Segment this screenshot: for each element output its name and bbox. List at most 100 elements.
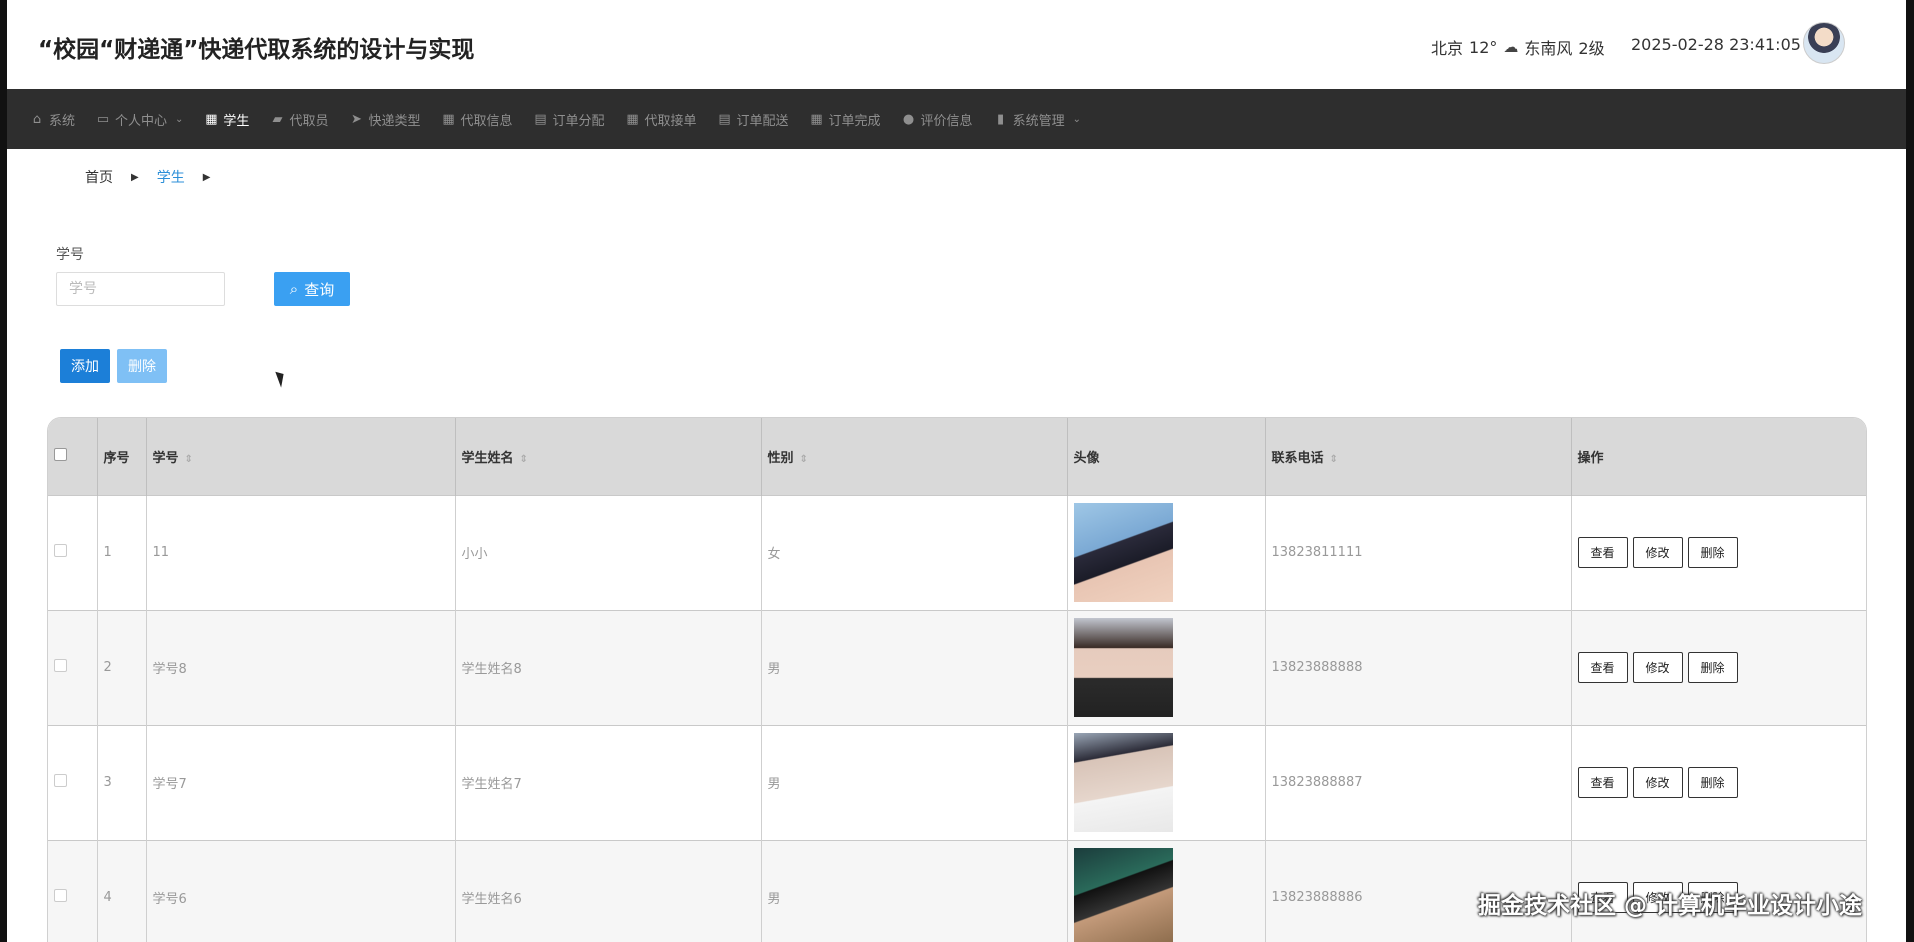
column-header-avatar: 头像: [1067, 418, 1266, 495]
app-title: “校园“财递通”快递代取系统的设计与实现: [38, 37, 475, 63]
mouse-cursor-icon: [275, 369, 288, 388]
weather-wind: 东南风: [1524, 39, 1573, 58]
batch-delete-button[interactable]: 删除: [117, 349, 167, 383]
edit-button[interactable]: 修改: [1632, 537, 1683, 568]
cell-gender: 男: [761, 725, 1068, 840]
cell-name: 学生姓名7: [455, 725, 762, 840]
table-header-row: 序号 学号 ⇕ 学生姓名 ⇕ 性别 ⇕ 头像 联系电话 ⇕ 操作: [48, 418, 1866, 495]
send-icon: ➤: [351, 111, 362, 127]
cell-name: 学生姓名6: [455, 840, 762, 942]
nav-item-order-delivery[interactable]: ▤ 订单配送: [718, 89, 810, 149]
view-button[interactable]: 查看: [1577, 767, 1628, 798]
column-header-actions: 操作: [1577, 450, 1604, 466]
cell-actions: 查看 修改 删除: [1571, 610, 1866, 725]
main-nav: ⌂ 系统 ▭ 个人中心 ⌄ ▦ 学生 ▰ 代取员 ➤ 快递类型 ▦ 代取信息 ▤ 订单分配 ▦ 代…: [7, 89, 1906, 149]
row-checkbox[interactable]: [54, 659, 67, 672]
watermark-text: 掘金技术社区 @ 计算机毕业设计小途: [1478, 893, 1863, 919]
cell-name: 学生姓名8: [455, 610, 762, 725]
clipboard-icon: ▤: [718, 111, 731, 127]
nav-item-reviews[interactable]: ● 评价信息: [902, 89, 994, 149]
sort-icon[interactable]: ⇕: [800, 454, 808, 465]
view-button[interactable]: 查看: [1577, 652, 1628, 683]
sort-icon[interactable]: ⇕: [520, 454, 528, 465]
cell-index: 3: [97, 725, 147, 840]
row-checkbox[interactable]: [54, 774, 67, 787]
weather-temp: 12°: [1469, 37, 1498, 57]
search-icon: ⌕: [289, 280, 299, 298]
top-header: “校园“财递通”快递代取系统的设计与实现 北京 12° ☁ 东南风 2级 202…: [7, 0, 1906, 89]
sort-icon[interactable]: ⇕: [1330, 454, 1338, 465]
student-avatar-image[interactable]: [1073, 618, 1173, 717]
delete-button[interactable]: 删除: [1687, 652, 1738, 683]
breadcrumb: 首页 ▶ 学生 ▶: [85, 167, 228, 187]
add-button[interactable]: 添加: [60, 349, 110, 383]
courier-icon: ▰: [272, 111, 283, 127]
nav-item-order-complete[interactable]: ▦ 订单完成: [810, 89, 902, 149]
cell-gender: 男: [761, 840, 1068, 942]
user-icon: ●: [902, 111, 915, 127]
grid-icon: ▦: [810, 111, 823, 127]
grid-icon: ▦: [205, 111, 218, 127]
sort-icon[interactable]: ⇕: [185, 454, 193, 465]
row-checkbox[interactable]: [54, 544, 67, 557]
bar-chart-icon: ▮: [996, 111, 1005, 127]
student-avatar-image[interactable]: [1073, 503, 1173, 602]
delete-button[interactable]: 删除: [1687, 537, 1738, 568]
chevron-right-icon: ▶: [202, 171, 211, 183]
nav-item-pickup-info[interactable]: ▦ 代取信息: [441, 89, 533, 149]
column-header-name[interactable]: 学生姓名 ⇕: [455, 418, 762, 495]
nav-item-couriers[interactable]: ▰ 代取员: [270, 89, 349, 149]
cell-actions: 查看 修改 删除: [1571, 495, 1866, 610]
profile-icon: ▭: [96, 111, 110, 127]
student-avatar-image[interactable]: [1073, 733, 1173, 832]
table-row: 3 学号7 学生姓名7 男 13823888887 查看 修改 删除: [48, 725, 1866, 840]
current-datetime: 2025-02-28 23:41:05: [1631, 35, 1801, 54]
column-header-student-no[interactable]: 学号 ⇕: [146, 418, 456, 495]
column-header-gender[interactable]: 性别 ⇕: [761, 418, 1068, 495]
weather-widget: 北京 12° ☁ 东南风 2级: [1431, 35, 1605, 59]
nav-item-system-admin[interactable]: ▮ 系统管理 ⌄: [994, 89, 1102, 149]
clipboard-icon: ▤: [534, 111, 547, 127]
grid-icon: ▦: [626, 111, 639, 127]
select-all-cell: [48, 418, 98, 495]
edit-button[interactable]: 修改: [1632, 652, 1683, 683]
user-avatar[interactable]: [1803, 22, 1845, 64]
view-button[interactable]: 查看: [1577, 537, 1628, 568]
app-window: 暂停 “校园“财递通”快递代取系统的设计与实现 北京 12° ☁ 东南风 2级 …: [0, 0, 1914, 942]
student-no-search-input[interactable]: [56, 272, 225, 306]
cell-gender: 男: [761, 610, 1068, 725]
table-row: 1 11 小小 女 13823811111 查看 修改 删除: [48, 495, 1866, 610]
nav-item-profile[interactable]: ▭ 个人中心 ⌄: [96, 89, 204, 149]
weather-city: 北京: [1431, 39, 1464, 58]
row-checkbox[interactable]: [54, 889, 67, 903]
chevron-down-icon: ⌄: [175, 113, 184, 125]
query-button[interactable]: ⌕ 查询: [274, 272, 350, 306]
delete-button[interactable]: 删除: [1687, 767, 1738, 798]
search-label: 学号: [56, 247, 84, 263]
cell-student-no: 11: [146, 495, 456, 610]
nav-item-order-assign[interactable]: ▤ 订单分配: [533, 89, 625, 149]
cell-actions: 查看 修改 删除: [1571, 725, 1866, 840]
cell-phone: 13823888888: [1265, 610, 1572, 725]
right-border: [1906, 0, 1914, 942]
nav-item-pickup-accept[interactable]: ▦ 代取接单: [626, 89, 718, 149]
table-row: 2 学号8 学生姓名8 男 13823888888 查看 修改 删除: [48, 610, 1866, 725]
student-avatar-image[interactable]: [1073, 848, 1173, 942]
cell-index: 1: [97, 495, 147, 610]
cell-student-no: 学号6: [146, 840, 456, 942]
nav-item-express-types[interactable]: ➤ 快递类型: [349, 89, 441, 149]
breadcrumb-current[interactable]: 学生: [157, 167, 185, 187]
students-table: 序号 学号 ⇕ 学生姓名 ⇕ 性别 ⇕ 头像 联系电话 ⇕ 操作 1 11 小小 女: [47, 417, 1867, 942]
nav-item-students[interactable]: ▦ 学生: [204, 89, 270, 149]
cell-student-no: 学号7: [146, 725, 456, 840]
edit-button[interactable]: 修改: [1632, 767, 1683, 798]
cell-student-no: 学号8: [146, 610, 456, 725]
home-icon: ⌂: [32, 111, 42, 127]
select-all-checkbox[interactable]: [54, 447, 67, 461]
column-header-phone[interactable]: 联系电话 ⇕: [1265, 418, 1572, 495]
cell-index: 4: [97, 840, 147, 942]
breadcrumb-home[interactable]: 首页: [85, 167, 113, 187]
chevron-down-icon: ⌄: [1072, 113, 1081, 125]
nav-item-system[interactable]: ⌂ 系统: [30, 89, 96, 149]
cell-gender: 女: [761, 495, 1068, 610]
